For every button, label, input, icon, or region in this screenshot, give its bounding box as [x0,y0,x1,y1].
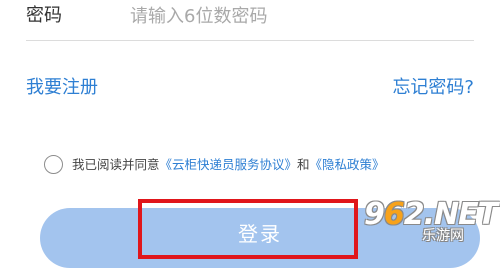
account-links-row: 我要注册 忘记密码? [0,76,500,102]
password-label: 密码 [26,5,62,26]
agreement-row: 我已阅读并同意《云柜快递员服务协议》和《隐私政策》 [0,154,500,178]
login-button[interactable]: 登录 [40,208,480,268]
agreement-prefix: 我已阅读并同意 [72,157,160,172]
register-link[interactable]: 我要注册 [26,76,98,100]
login-button-label: 登录 [238,222,282,246]
forgot-password-link[interactable]: 忘记密码? [392,76,474,100]
service-agreement-link[interactable]: 《云柜快递员服务协议》 [160,157,298,172]
password-input[interactable] [130,2,460,30]
agreement-checkbox[interactable] [44,155,63,174]
password-divider [26,40,474,41]
privacy-policy-link[interactable]: 《隐私政策》 [310,157,385,172]
password-row: 密码 [0,0,500,36]
agreement-text: 我已阅读并同意《云柜快递员服务协议》和《隐私政策》 [72,157,385,173]
agreement-conjunction: 和 [297,157,310,172]
